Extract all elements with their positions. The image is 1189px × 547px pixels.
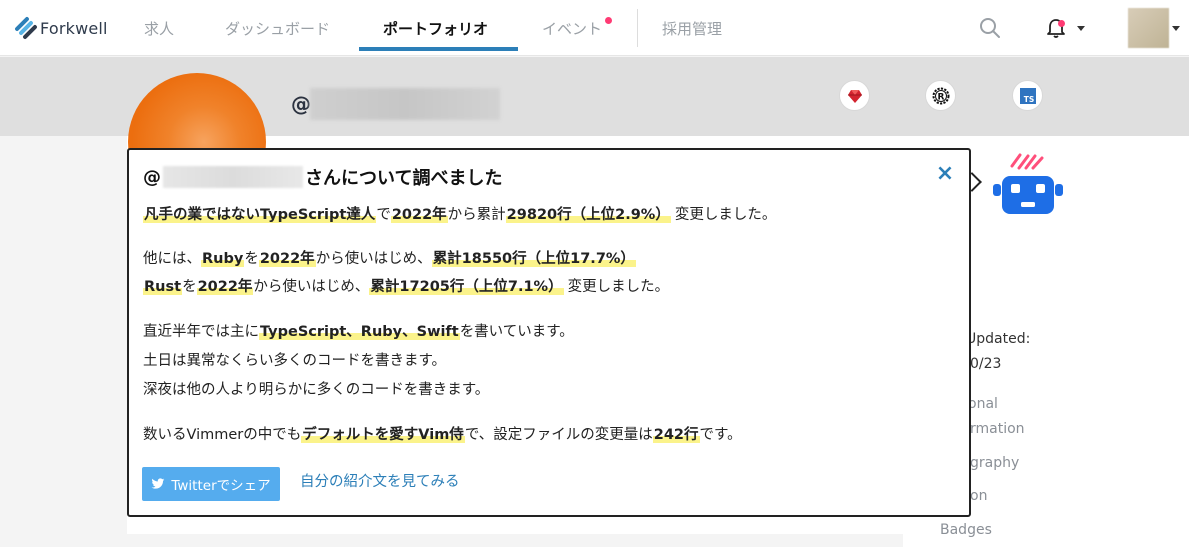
- twitter-share-label: Twitterでシェア: [171, 478, 271, 494]
- notification-dot: [1058, 20, 1065, 27]
- username-redacted: [310, 88, 500, 120]
- typescript-icon[interactable]: TS: [1012, 80, 1043, 111]
- side-link-badges[interactable]: Badges: [940, 522, 992, 538]
- side-link-personal[interactable]: onal: [968, 396, 998, 412]
- popup-username-redacted: [163, 166, 303, 188]
- text: から使いはじめ、: [315, 251, 432, 267]
- forkwell-logo[interactable]: Forkwell: [12, 16, 108, 40]
- popup-title-text: さんについて調べました: [305, 168, 503, 189]
- chevron-down-icon[interactable]: [1172, 26, 1180, 31]
- search-icon[interactable]: [979, 17, 1001, 39]
- language-highlight: Ruby: [201, 251, 245, 267]
- text: から使いはじめ、: [253, 279, 370, 295]
- lines-highlight: 29820行（上位2.9%）: [505, 207, 671, 223]
- events-notification-dot: [605, 17, 612, 24]
- vim-highlight: デフォルトを愛すVim侍: [301, 427, 465, 443]
- updated-date: 0/23: [970, 356, 1002, 372]
- close-icon[interactable]: ×: [935, 163, 955, 185]
- text: 変更しました。: [674, 207, 777, 223]
- typescript-label: TS: [1023, 95, 1034, 104]
- languages-highlight: TypeScript、Ruby、Swift: [259, 324, 460, 340]
- language-highlight: Rust: [143, 279, 183, 295]
- ruby-icon[interactable]: [839, 80, 870, 111]
- summary-line-1: 凡手の業ではないTypeScript達人で2022年から累計29820行（上位2…: [143, 203, 776, 224]
- rust-gear-icon: R: [932, 87, 949, 104]
- lines-highlight: 累計17205行（上位7.1%）: [369, 279, 564, 295]
- active-tab-indicator: [359, 47, 518, 51]
- side-link-on[interactable]: on: [970, 488, 987, 504]
- nav-events[interactable]: イベント: [542, 18, 602, 39]
- rust-icon[interactable]: R: [925, 80, 956, 111]
- text: です。: [699, 427, 742, 443]
- summary-line-4: 直近半年では主にTypeScript、Ruby、Swiftを書いています。: [143, 320, 574, 341]
- nav-recruiting[interactable]: 採用管理: [662, 18, 722, 39]
- robot-mascot-icon: [993, 153, 1063, 214]
- side-link-biography[interactable]: graphy: [970, 455, 1019, 471]
- popup-title: @ さんについて調べました: [143, 164, 502, 190]
- title-highlight: 凡手の業ではないTypeScript達人: [143, 207, 377, 223]
- nav-portfolio[interactable]: ポートフォリオ: [383, 18, 488, 39]
- nav-dashboard[interactable]: ダッシュボード: [225, 18, 330, 39]
- twitter-bird-icon: [151, 478, 165, 489]
- text: を: [182, 279, 197, 295]
- summary-line-5: 土日は異常なくらい多くのコードを書きます。: [143, 353, 447, 369]
- top-nav: Forkwell 求人 ダッシュボード ポートフォリオ イベント 採用管理: [0, 0, 1189, 56]
- year-highlight: 2022年: [196, 279, 254, 295]
- text: で: [376, 207, 391, 223]
- popup-title-at: @: [143, 166, 161, 188]
- self-intro-popup: @ さんについて調べました × 凡手の業ではないTypeScript達人で202…: [127, 148, 971, 517]
- text: 変更しました。: [567, 279, 670, 295]
- updated-label: Updated:: [966, 331, 1031, 347]
- summary-line-3: Rustを2022年から使いはじめ、累計17205行（上位7.1%） 変更しました…: [143, 275, 669, 296]
- chevron-down-icon[interactable]: [1077, 26, 1085, 31]
- summary-line-7: 数いるVimmerの中でもデフォルトを愛すVim侍で、設定ファイルの変更量は24…: [143, 423, 742, 444]
- text: を: [244, 251, 259, 267]
- twitter-share-button[interactable]: Twitterでシェア: [142, 467, 280, 501]
- user-avatar[interactable]: [1128, 8, 1169, 48]
- ruby-gem-icon: [847, 89, 862, 103]
- nav-jobs[interactable]: 求人: [144, 18, 174, 39]
- year-highlight: 2022年: [390, 207, 448, 223]
- brand-name: Forkwell: [40, 18, 108, 38]
- username-at: @: [291, 92, 311, 116]
- text: 直近半年では主に: [143, 324, 259, 340]
- view-my-intro-link[interactable]: 自分の紹介文を見てみる: [300, 470, 460, 491]
- typescript-logo-icon: TS: [1019, 87, 1036, 104]
- lines-highlight: 累計18550行（上位17.7%）: [431, 251, 636, 267]
- summary-line-2: 他には、Rubyを2022年から使いはじめ、累計18550行（上位17.7%）: [143, 247, 636, 268]
- lines-highlight: 242行: [652, 427, 700, 443]
- side-link-information[interactable]: rmation: [970, 421, 1025, 437]
- text: を書いています。: [459, 324, 574, 340]
- text: から累計: [447, 207, 506, 223]
- text: 他には、: [143, 251, 201, 267]
- nav-divider: [637, 9, 638, 47]
- forkwell-logo-icon: [12, 16, 38, 40]
- text: 数いるVimmerの中でも: [143, 427, 302, 443]
- text: で、設定ファイルの変更量は: [464, 427, 653, 443]
- year-highlight: 2022年: [258, 251, 316, 267]
- summary-line-6: 深夜は他の人より明らかに多くのコードを書きます。: [143, 382, 490, 398]
- svg-text:R: R: [937, 92, 944, 102]
